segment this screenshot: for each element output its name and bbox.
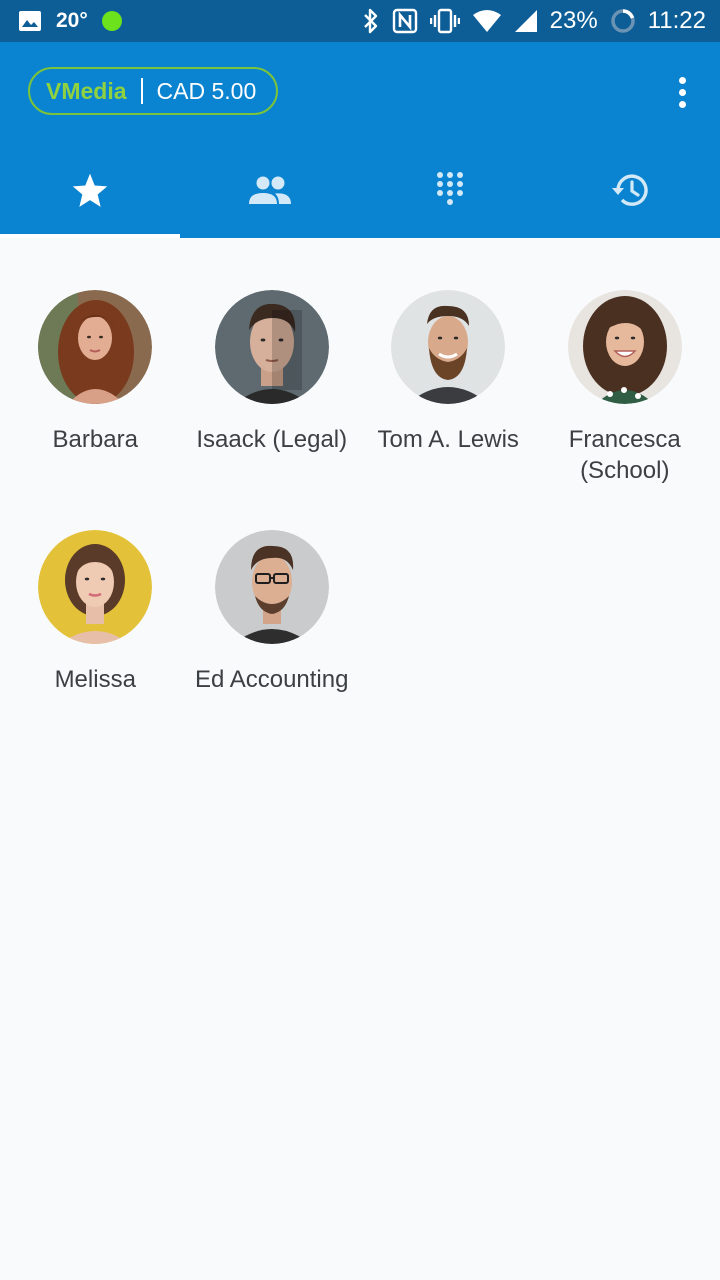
- tab-favorites[interactable]: [0, 142, 180, 238]
- star-icon: [71, 172, 109, 208]
- history-icon: [610, 172, 650, 208]
- contact-name: Tom A. Lewis: [377, 426, 519, 453]
- contact-name: Isaack (Legal): [196, 426, 348, 453]
- contact-avatar: [567, 290, 682, 404]
- pill-divider: [140, 78, 143, 104]
- favorite-contact-barbara[interactable]: Barbara: [7, 290, 184, 530]
- nfc-icon: [392, 8, 418, 34]
- menu-dot: [678, 100, 686, 108]
- app-bar: VMedia CAD 5.00: [0, 42, 720, 238]
- contact-avatar: [38, 530, 153, 644]
- bluetooth-icon: [362, 8, 380, 34]
- contact-name: Ed Accounting: [195, 666, 349, 693]
- contact-name: Barbara: [52, 426, 138, 453]
- tab-history[interactable]: [540, 142, 720, 238]
- notification-dot-icon: [101, 11, 122, 31]
- status-left: 20°: [18, 9, 122, 33]
- favorites-grid: Barbara Isaack (Legal) Tom A. Lewis Fran…: [7, 290, 713, 770]
- battery-ring-icon: [610, 8, 636, 34]
- favorite-contact-melissa[interactable]: Melissa: [7, 530, 184, 770]
- contact-avatar: [38, 290, 153, 404]
- favorite-contact-ed[interactable]: Ed Accounting: [184, 530, 361, 770]
- overflow-menu-button[interactable]: [668, 74, 696, 110]
- tab-contacts[interactable]: [180, 142, 360, 238]
- contact-name: Melissa: [54, 666, 136, 693]
- balance-amount: CAD 5.00: [156, 77, 257, 104]
- menu-dot: [678, 88, 686, 96]
- wifi-icon: [472, 9, 502, 33]
- battery-percent: 23%: [549, 7, 598, 34]
- contact-avatar: [214, 290, 329, 404]
- clock: 11:22: [647, 7, 706, 34]
- favorite-contact-isaack[interactable]: Isaack (Legal): [184, 290, 361, 530]
- contact-avatar: [391, 290, 506, 404]
- signal-icon: [514, 9, 538, 33]
- favorite-contact-tom[interactable]: Tom A. Lewis: [360, 290, 537, 530]
- dialpad-icon: [435, 171, 465, 209]
- brand-label: VMedia: [46, 77, 127, 104]
- balance-pill[interactable]: VMedia CAD 5.00: [28, 67, 278, 115]
- status-right: 23% 11:22: [362, 7, 706, 35]
- contact-avatar: [214, 530, 329, 644]
- temperature-text: 20°: [56, 9, 88, 32]
- vibrate-icon: [429, 8, 460, 34]
- image-notification-icon: [18, 10, 42, 32]
- tab-bar: [0, 142, 720, 238]
- contact-name: Francesca (School): [568, 426, 681, 484]
- people-icon: [248, 175, 292, 205]
- tab-dialpad[interactable]: [360, 142, 540, 238]
- status-bar: 20° 23% 11:22: [0, 0, 720, 42]
- menu-dot: [678, 76, 686, 84]
- favorite-contact-francesca[interactable]: Francesca (School): [537, 290, 714, 530]
